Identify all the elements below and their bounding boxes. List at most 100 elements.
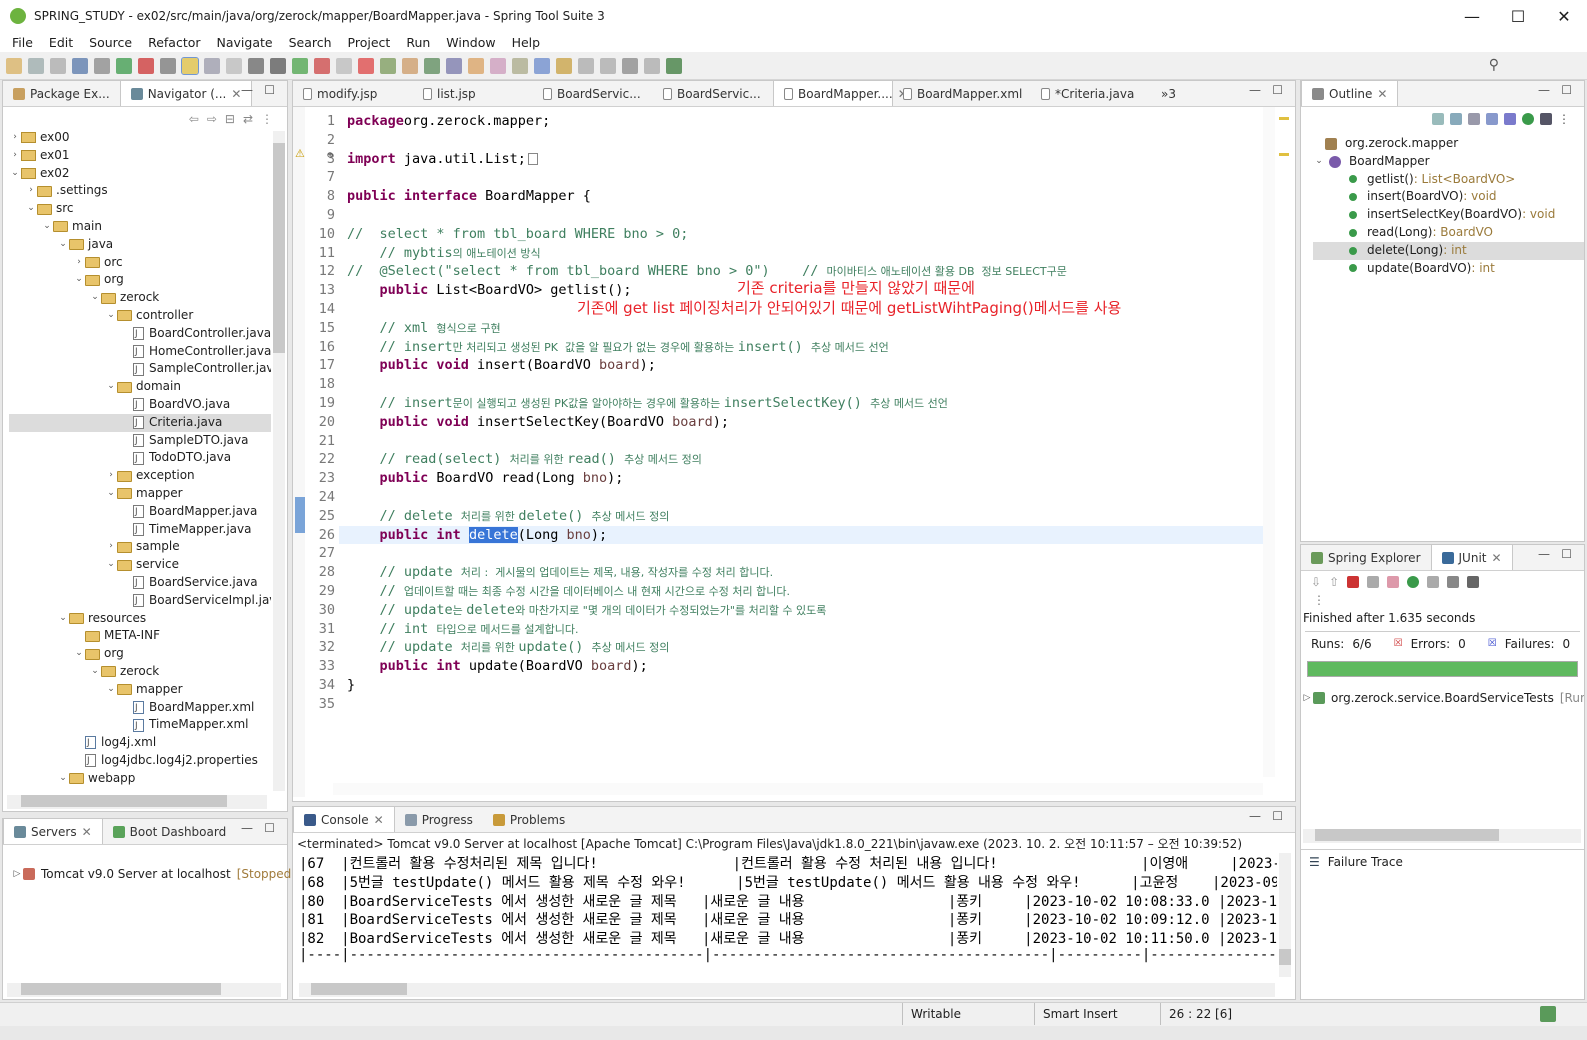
menu-item-help[interactable]: Help [504,35,549,50]
save-all-icon[interactable] [50,57,66,74]
close-button[interactable]: ✕ [1541,0,1587,32]
tab-console-0[interactable]: Console ✕ [293,806,395,832]
hide-nonpublic-icon[interactable] [1504,113,1516,125]
tree-item[interactable]: SampleController.java [9,360,271,380]
stop-icon[interactable] [358,57,374,74]
tree-item[interactable]: Criteria.java [9,413,271,433]
layout-icon[interactable] [1467,576,1480,588]
maximize-icon[interactable]: ☐ [1272,809,1283,823]
editor-tab-2[interactable]: BoardServic... [533,82,653,106]
server-entry[interactable]: ▷ Tomcat v9.0 Server at localhost [Stopp… [3,867,315,881]
close-icon[interactable]: ✕ [1491,551,1501,565]
tree-item[interactable]: ⌄ controller [9,307,271,325]
menu-item-search[interactable]: Search [281,35,340,50]
next-annotation-icon[interactable] [556,57,572,74]
chevron-down-icon[interactable]: ⌄ [41,218,53,236]
code-area[interactable]: 1 packageorg.zerock.mapper; 2 3 ⊕ import java… [305,107,1265,783]
tab-console-1[interactable]: Progress [395,808,483,832]
editor-tab-7[interactable]: »3 [1151,82,1181,106]
tree-item[interactable]: ⌄ java [9,236,271,254]
new-class-icon[interactable] [424,57,440,74]
external-tools-icon[interactable] [402,57,418,74]
toggle-icon[interactable] [204,57,220,74]
maximize-icon[interactable]: ☐ [264,83,275,97]
tree-item[interactable]: BoardService.java [9,574,271,593]
menu-item-navigate[interactable]: Navigate [209,35,281,50]
tree-item[interactable]: › sample [9,538,271,556]
tree-item[interactable]: ⌄ ex02 [9,165,271,183]
perspective-icon[interactable] [666,57,682,74]
editor-tab-0[interactable]: modify.jsp [293,82,413,106]
tree-item[interactable]: ⌄ mapper [9,681,271,699]
maximize-button[interactable]: ☐ [1495,0,1541,32]
fold-expand-icon[interactable]: ⊕ [327,150,333,161]
tree-item[interactable]: ⌄ mapper [9,485,271,503]
tab-console-2[interactable]: Problems [483,808,575,832]
collapse-all-icon[interactable]: ⊟ [225,112,235,126]
spring-icon[interactable] [138,57,154,74]
chevron-down-icon[interactable]: ⌄ [89,663,101,681]
show-failures-icon[interactable] [1347,576,1360,588]
tree-item[interactable]: log4jdbc.log4j2.properties [9,752,271,771]
minimize-icon[interactable]: — [1249,809,1261,823]
run-icon[interactable] [314,57,330,74]
junit-view-menu-icon[interactable]: ⋮ [1301,593,1584,607]
minimize-icon[interactable]: — [1538,547,1550,561]
tab-servers-1[interactable]: Boot Dashboard [103,820,237,844]
chevron-down-icon[interactable]: ⌄ [57,610,69,628]
tree-item[interactable]: ⌄ domain [9,378,271,396]
tab-servers-0[interactable]: Servers ✕ [3,818,103,844]
tab-junit-1[interactable]: JUnit ✕ [1430,544,1513,570]
navigator-vscroll[interactable] [273,131,285,791]
hide-local-icon[interactable] [1540,113,1552,125]
junit-hscroll[interactable] [1303,829,1581,843]
rerun-failed-icon[interactable] [1427,576,1440,588]
tree-item[interactable]: BoardMapper.java [9,503,271,522]
tree-item[interactable]: ⌄ main [9,218,271,236]
console-icon[interactable] [72,57,88,74]
tree-item[interactable]: › ex01 [9,147,271,165]
editor-tab-5[interactable]: BoardMapper.xml [893,82,1031,106]
editor-tab-3[interactable]: BoardServic... [653,82,773,106]
tab-nav-1[interactable]: Navigator (... ✕ [119,80,253,106]
back-icon[interactable]: ⇦ [189,112,199,126]
view-menu-icon[interactable]: ⋮ [261,112,273,126]
outline-package[interactable]: org.zerock.mapper [1313,135,1584,153]
tree-item[interactable]: › orc [9,254,271,272]
menu-item-run[interactable]: Run [398,35,438,50]
save-icon[interactable] [28,57,44,74]
minimize-icon[interactable]: — [241,821,253,835]
tree-item[interactable]: ⌄ resources [9,610,271,628]
outline-method[interactable]: getlist() : List<BoardVO> [1313,171,1584,189]
tree-item[interactable]: › ex00 [9,129,271,147]
editor-tab-1[interactable]: list.jsp [413,82,533,106]
properties-icon[interactable] [94,57,110,74]
close-icon[interactable]: ✕ [1377,87,1387,101]
tree-item[interactable]: › exception [9,467,271,485]
tree-item[interactable]: › resources [9,787,271,789]
new-interface-icon[interactable] [446,57,462,74]
chevron-down-icon[interactable]: ⌄ [105,681,117,699]
minimize-button[interactable]: — [1449,0,1495,32]
search-icon[interactable] [512,57,528,74]
block-select-icon[interactable] [226,57,242,74]
chevron-down-icon[interactable]: ⌄ [105,378,117,396]
tree-item[interactable]: ⌄ service [9,556,271,574]
servers-hscroll[interactable] [7,983,281,997]
chevron-right-icon[interactable]: › [73,254,85,272]
menu-item-window[interactable]: Window [438,35,503,50]
tree-item[interactable]: META-INF [9,627,271,645]
maximize-icon[interactable]: ☐ [1272,83,1283,97]
chevron-down-icon[interactable]: ⌄ [73,645,85,663]
tree-item[interactable]: BoardMapper.xml [9,699,271,718]
filter-icon[interactable] [160,57,176,74]
tree-item[interactable]: BoardController.java [9,325,271,344]
console-vscroll[interactable] [1279,853,1291,977]
tree-item[interactable]: TimeMapper.java [9,521,271,540]
navigator-hscroll[interactable] [7,795,267,809]
folded-block-marker[interactable] [527,152,538,165]
minimize-icon[interactable]: — [241,83,253,97]
chevron-right-icon[interactable]: › [73,787,85,789]
prev-failure-icon[interactable]: ⇧ [1329,575,1339,589]
tab-outline[interactable]: Outline ✕ [1301,80,1399,106]
